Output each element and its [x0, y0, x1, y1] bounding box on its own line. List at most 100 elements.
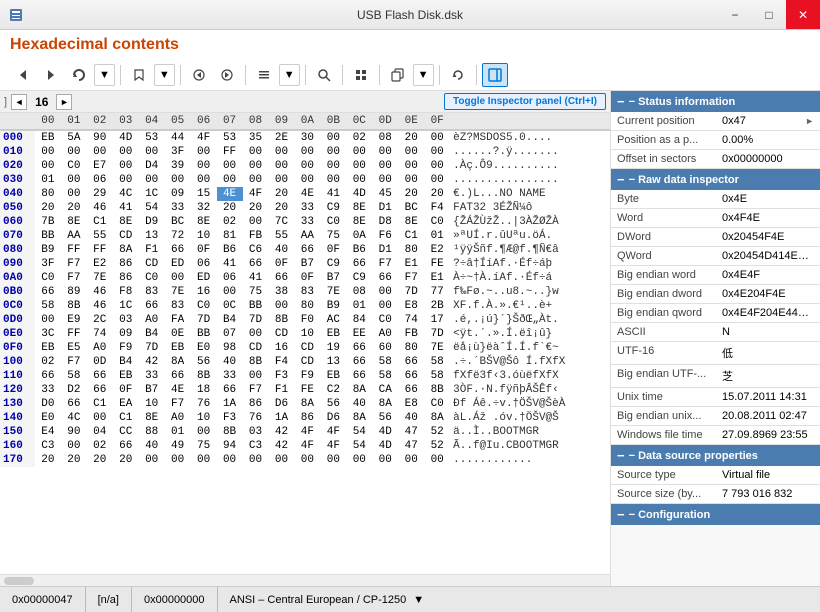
hex-cell[interactable]: 53	[139, 130, 165, 145]
hex-cell[interactable]: 8E	[61, 215, 87, 229]
hex-cell[interactable]: 4F	[320, 439, 346, 453]
hex-cell[interactable]: 29	[87, 187, 113, 201]
hex-cell[interactable]: 00	[165, 453, 191, 467]
hex-cell[interactable]: CD	[294, 355, 320, 369]
grid-button[interactable]	[348, 63, 374, 87]
hex-cell[interactable]: 66	[294, 243, 320, 257]
hex-cell[interactable]: 54	[139, 201, 165, 215]
hex-cell[interactable]: 00	[372, 159, 398, 173]
hex-cell[interactable]: 66	[87, 369, 113, 383]
hex-cell[interactable]: 20	[113, 453, 139, 467]
hex-cell[interactable]: B4	[217, 313, 243, 327]
hex-cell[interactable]: C0	[139, 271, 165, 285]
hex-cell[interactable]: 4F	[294, 439, 320, 453]
hex-cell[interactable]: 66	[35, 285, 61, 299]
hex-cell[interactable]: C9	[320, 257, 346, 271]
hex-cell[interactable]: FB	[243, 229, 269, 243]
hex-cell[interactable]: 0C	[217, 299, 243, 313]
hex-cell[interactable]: 20	[61, 201, 87, 215]
hex-cell[interactable]: E5	[61, 341, 87, 355]
h-scrollbar[interactable]	[0, 574, 610, 586]
hex-cell[interactable]: 00	[320, 145, 346, 159]
hex-cell[interactable]: F4	[268, 355, 294, 369]
hex-cell[interactable]: 55	[268, 229, 294, 243]
hex-cell[interactable]: 94	[217, 439, 243, 453]
hex-cell[interactable]: 8B	[424, 383, 450, 397]
hex-cell[interactable]: 8E	[346, 201, 372, 215]
list-button[interactable]	[251, 63, 277, 87]
hex-cell[interactable]: 00	[398, 453, 424, 467]
list-dropdown[interactable]: ▼	[279, 64, 300, 86]
inspector-row-value[interactable]: 0x47►	[716, 112, 820, 130]
hex-cell[interactable]: 7E	[87, 271, 113, 285]
hex-cell[interactable]: BC	[398, 201, 424, 215]
hex-cell[interactable]: E1	[424, 271, 450, 285]
hex-cell[interactable]: 13	[320, 355, 346, 369]
hex-cell[interactable]: 00	[165, 271, 191, 285]
hex-cell[interactable]: 00	[268, 159, 294, 173]
hex-cell[interactable]: ED	[165, 257, 191, 271]
hex-cell[interactable]: 00	[191, 173, 217, 187]
hex-cell[interactable]: 3F	[35, 257, 61, 271]
hex-cell[interactable]: 20	[217, 201, 243, 215]
hex-cell[interactable]: 00	[139, 145, 165, 159]
inspector-section-status-information[interactable]: − Status information	[611, 91, 820, 112]
hex-cell[interactable]: 66	[346, 369, 372, 383]
hex-cell[interactable]: 8B	[61, 299, 87, 313]
hex-cell[interactable]: 00	[35, 145, 61, 159]
hex-cell[interactable]: FF	[87, 243, 113, 257]
hex-cell[interactable]: 33	[294, 201, 320, 215]
hex-cell[interactable]: F3	[217, 411, 243, 425]
hex-cell[interactable]: 98	[217, 341, 243, 355]
hex-cell[interactable]: 7E	[320, 285, 346, 299]
hex-cell[interactable]: 8B	[217, 425, 243, 439]
hex-cell[interactable]: B7	[320, 271, 346, 285]
inspector-expand-icon[interactable]: ►	[805, 116, 814, 126]
hex-cell[interactable]: C0	[372, 313, 398, 327]
hex-cell[interactable]: 42	[268, 439, 294, 453]
hex-cell[interactable]: 66	[165, 369, 191, 383]
hex-cell[interactable]: 00	[372, 173, 398, 187]
hex-cell[interactable]: 33	[217, 369, 243, 383]
hex-cell[interactable]: 7E	[424, 341, 450, 355]
hex-cell[interactable]: AC	[320, 313, 346, 327]
hex-cell[interactable]: F7	[165, 397, 191, 411]
forward-button[interactable]	[38, 63, 64, 87]
hex-cell[interactable]: 46	[87, 201, 113, 215]
inspector-section-data-source-properties[interactable]: − Data source properties	[611, 445, 820, 466]
hex-cell[interactable]: 00	[113, 159, 139, 173]
hex-cell[interactable]: 8E	[346, 215, 372, 229]
hex-cell[interactable]: 58	[61, 369, 87, 383]
hex-cell[interactable]: 90	[61, 425, 87, 439]
hex-cell[interactable]: 01	[346, 299, 372, 313]
hex-cell[interactable]: 4F	[243, 187, 269, 201]
hex-cell[interactable]: 00	[398, 159, 424, 173]
hex-cell[interactable]: E8	[398, 299, 424, 313]
hex-cell[interactable]: 66	[35, 369, 61, 383]
hex-cell[interactable]: 00	[61, 439, 87, 453]
hex-cell[interactable]: 60	[372, 341, 398, 355]
page-next-button[interactable]: ►	[56, 94, 72, 110]
hex-cell[interactable]: 02	[346, 130, 372, 145]
hex-cell[interactable]: 16	[191, 285, 217, 299]
hex-cell[interactable]: 76	[191, 397, 217, 411]
hex-cell[interactable]: F3	[268, 369, 294, 383]
hex-cell[interactable]: 0F	[113, 383, 139, 397]
hex-cell[interactable]: 00	[243, 453, 269, 467]
hex-cell[interactable]: 00	[61, 173, 87, 187]
status-encoding[interactable]: ANSI – Central European / CP-1250 ▼	[218, 587, 437, 612]
hex-cell[interactable]: E0	[191, 341, 217, 355]
hex-cell[interactable]: 00	[424, 159, 450, 173]
inspector-section-configuration[interactable]: − Configuration	[611, 504, 820, 525]
hex-cell[interactable]: E7	[87, 159, 113, 173]
hex-cell[interactable]: 66	[346, 355, 372, 369]
hex-cell[interactable]: 8E	[113, 215, 139, 229]
hex-cell[interactable]: 75	[320, 229, 346, 243]
hex-cell[interactable]: 33	[139, 369, 165, 383]
hex-cell[interactable]: D4	[139, 159, 165, 173]
hex-cell[interactable]: 00	[87, 411, 113, 425]
hex-cell[interactable]: A0	[87, 341, 113, 355]
hex-cell[interactable]: D1	[372, 243, 398, 257]
hex-cell[interactable]: 00	[346, 453, 372, 467]
hex-cell[interactable]: 00	[191, 425, 217, 439]
